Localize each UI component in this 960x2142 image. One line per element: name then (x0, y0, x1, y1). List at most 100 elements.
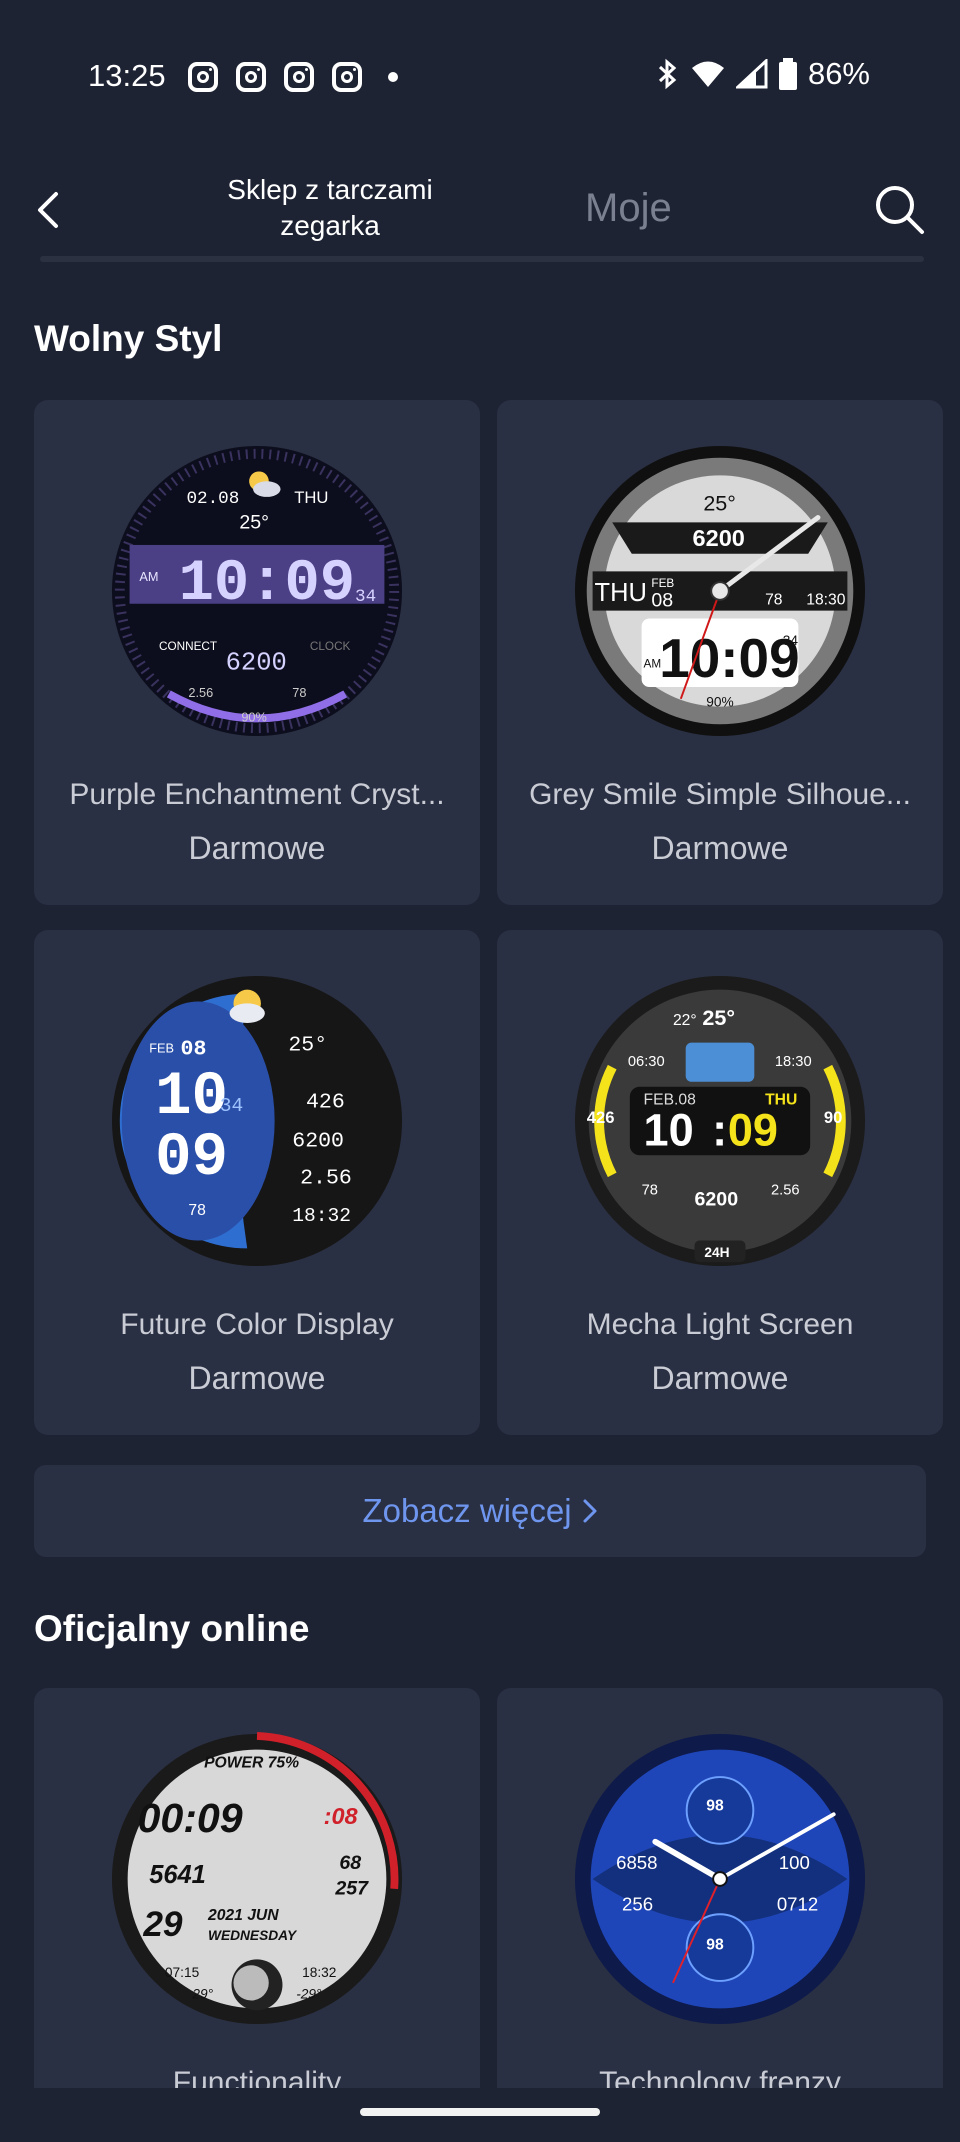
face-steps: 6200 (292, 1129, 344, 1153)
face-bpm: 78 (292, 685, 306, 700)
card-name: Future Color Display (120, 1308, 394, 1341)
face-time: 10:09 (179, 550, 355, 617)
watch-face-card[interactable]: 25° 6200 THU FEB 08 78 18:30 AM 10:09 34… (497, 400, 943, 905)
face-temp: 25° (703, 491, 736, 516)
face-steps: 6200 (695, 1188, 739, 1210)
watch-face-preview: 02.08 THU 25° AM 10:09 34 CONNECT CLOCK … (111, 445, 403, 737)
face-mode: 24H (704, 1245, 729, 1260)
face-time: 10:09 (659, 627, 799, 689)
face-bpm: 68 (339, 1852, 361, 1874)
face-connect: CONNECT (159, 640, 217, 653)
svg-text::: : (712, 1105, 727, 1156)
instagram-icon (332, 62, 362, 92)
face-year-month: 2021 JUN (207, 1907, 279, 1924)
face-steps: 6200 (226, 648, 287, 677)
instagram-icon (188, 62, 218, 92)
card-name: Grey Smile Simple Silhoue... (529, 778, 911, 811)
wifi-icon (691, 61, 724, 87)
home-indicator[interactable] (360, 2108, 600, 2116)
notification-icons (188, 62, 398, 92)
watch-face-preview: 98 98 6858 100 256 0712 (574, 1733, 866, 2025)
section-title-free-style: Wolny Styl (34, 318, 223, 359)
face-temp: 25° (239, 511, 269, 533)
card-price: Darmowe (651, 1360, 789, 1396)
face-kcal: 256 (622, 1893, 653, 1914)
face-ampm: AM (139, 569, 158, 584)
chevron-left-icon (38, 192, 58, 228)
top-navigation: Sklep z tarczami zegarka Moje (0, 160, 960, 260)
face-power: POWER 75% (204, 1754, 299, 1771)
tab-mine[interactable]: Moje (585, 186, 672, 231)
face-day: THU (294, 488, 328, 507)
face-sunset: 18:32 (302, 1965, 336, 1980)
more-notifications-dot-icon (388, 72, 398, 82)
watch-face-preview: POWER 75% 00:09 :08 5641 68 257 29 2021 … (111, 1732, 403, 2025)
face-weekday: WEDNESDAY (208, 1928, 298, 1943)
face-month: FEB (149, 1040, 174, 1055)
face-alarm: 18:30 (806, 592, 846, 609)
card-price: Darmowe (188, 1360, 326, 1396)
watch-face-card[interactable]: 98 98 6858 100 256 0712 Technology frenz… (497, 1688, 943, 2142)
face-kcal: 257 (334, 1878, 369, 1900)
face-km: 2.56 (188, 685, 213, 700)
watch-face-card[interactable]: 02.08 THU 25° AM 10:09 34 CONNECT CLOCK … (34, 400, 480, 905)
face-power: 100 (779, 1852, 810, 1873)
face-temp-high: -29° (296, 1987, 322, 2002)
face-seconds: 34 (220, 1095, 244, 1117)
face-day: THU (595, 579, 647, 607)
search-button[interactable] (872, 182, 926, 236)
face-seconds: 34 (783, 633, 799, 648)
face-temp-low: 29° (191, 1987, 213, 2002)
watch-face-preview: 25° 6200 THU FEB 08 78 18:30 AM 10:09 34… (574, 445, 866, 737)
instagram-icon (236, 62, 266, 92)
watch-face-card[interactable]: 22° 25° 06:30 18:30 FEB.08 THU 10 : 09 4… (497, 930, 943, 1435)
card-name: Purple Enchantment Cryst... (69, 778, 445, 811)
face-minute: 09 (155, 1124, 228, 1193)
face-pwr: 90 (824, 1108, 843, 1127)
watch-face-card[interactable]: FEB 08 10 09 34 78 25° 426 6200 2.56 18:… (34, 930, 480, 1435)
status-time: 13:25 (88, 58, 166, 93)
face-hour: 10 (155, 1063, 228, 1132)
face-battery: 90% (241, 709, 267, 724)
signal-icon (735, 59, 768, 89)
face-bpm: 78 (188, 1202, 206, 1219)
section-title-official-online: Oficjalny online (34, 1608, 310, 1649)
see-more-button[interactable]: Zobacz więcej (34, 1465, 926, 1557)
system-status-icons: 86% (656, 56, 870, 92)
face-kcal: 426 (306, 1090, 345, 1114)
card-price: Darmowe (188, 830, 326, 866)
face-month: FEB (651, 577, 674, 590)
search-icon (876, 186, 924, 234)
face-date: 02.08 (186, 489, 239, 509)
bluetooth-icon (658, 58, 677, 90)
face-temp: 25° (288, 1033, 327, 1057)
face-bpm: 78 (642, 1183, 658, 1199)
tab-watch-face-store[interactable]: Sklep z tarczami zegarka (190, 172, 470, 244)
scroll-divider (40, 256, 924, 262)
card-name: Mecha Light Screen (586, 1308, 854, 1341)
face-stand: 0712 (777, 1893, 818, 1914)
chevron-right-icon (583, 1499, 597, 1523)
face-temp: 25° (702, 1005, 735, 1030)
face-sunset: 18:32 (292, 1205, 351, 1227)
face-steps: 6858 (616, 1852, 657, 1873)
back-button[interactable] (28, 188, 68, 232)
face-date: 29 (142, 1905, 183, 1944)
watch-face-card[interactable]: POWER 75% 00:09 :08 5641 68 257 29 2021 … (34, 1688, 480, 2142)
see-more-label: Zobacz więcej (362, 1492, 572, 1529)
face-seconds: 34 (355, 587, 376, 607)
face-bpm: 98 (706, 1797, 724, 1814)
face-date: 08 (181, 1037, 207, 1061)
face-sunrise: 06:30 (628, 1054, 665, 1070)
face-steps: 5641 (149, 1861, 206, 1889)
watch-face-preview: FEB 08 10 09 34 78 25° 426 6200 2.56 18:… (111, 975, 403, 1267)
face-sunrise: 07:15 (165, 1965, 200, 1980)
face-km: 2.56 (300, 1167, 352, 1191)
face-battery: 90% (706, 695, 733, 710)
face-sunset: 18:30 (775, 1054, 812, 1070)
battery-percent: 86% (807, 56, 870, 91)
face-minute: 09 (728, 1105, 778, 1156)
svg-text:22°: 22° (673, 1012, 697, 1029)
face-time: 00:09 (137, 1795, 242, 1841)
battery-icon (778, 58, 797, 90)
